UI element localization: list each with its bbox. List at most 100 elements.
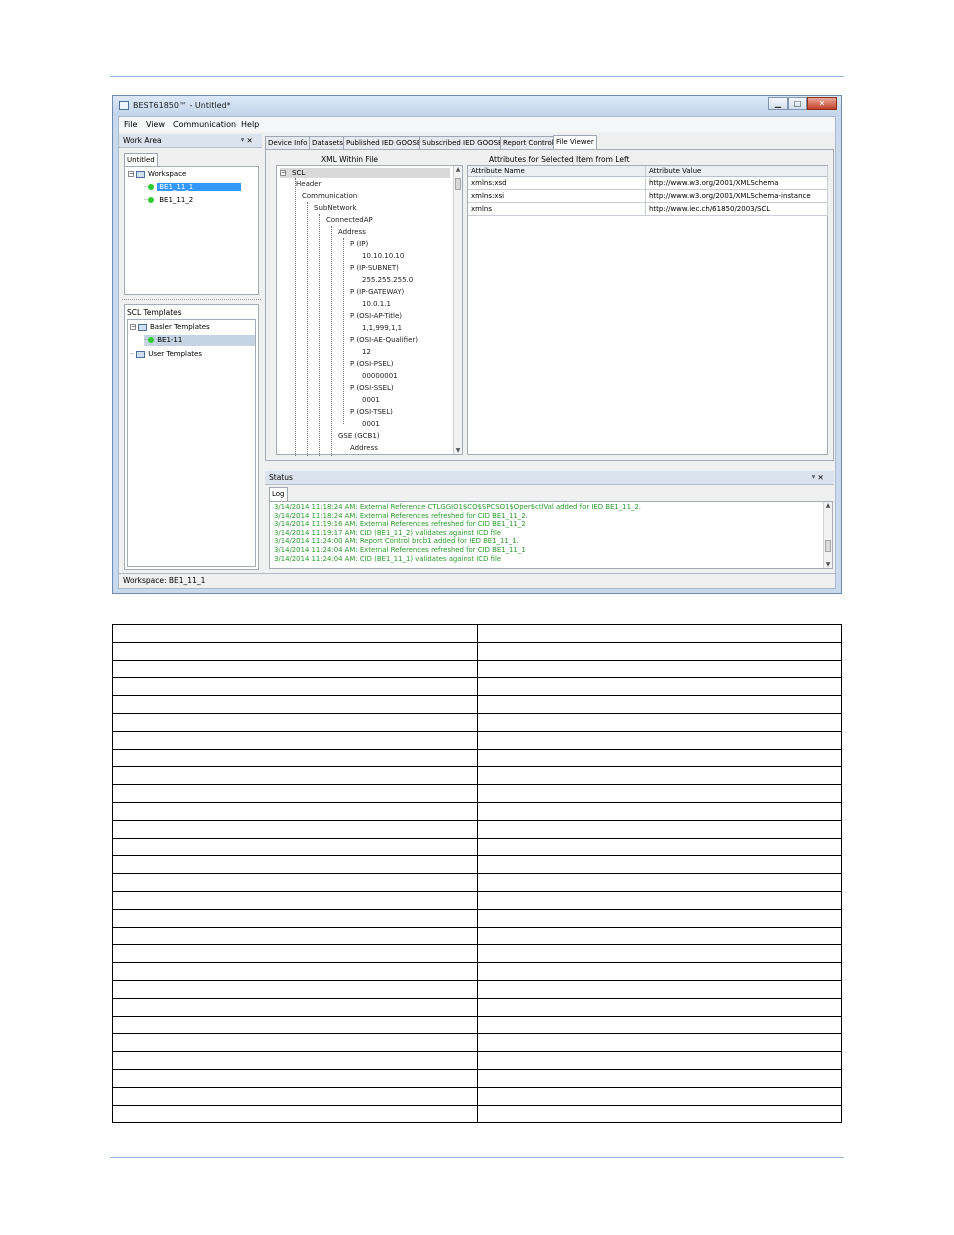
menu-file[interactable]: File: [124, 120, 137, 129]
scroll-down-icon[interactable]: ▼: [454, 447, 462, 454]
tab-log[interactable]: Log: [269, 487, 288, 501]
xml-node-connectedap[interactable]: ConnectedAP: [326, 215, 373, 225]
tree-item-be1-11-1[interactable]: ┈ BE1_11_1: [144, 182, 242, 193]
table-row: [112, 1068, 842, 1088]
xml-node-p-ip[interactable]: P (IP): [350, 239, 368, 249]
xml-node-value[interactable]: 10.10.10.10: [362, 251, 404, 261]
xml-node-p-osi-tsel[interactable]: P (OSI-TSEL): [350, 407, 393, 417]
tab-subscribed-ied-goose[interactable]: Subscribed IED GOOSE: [419, 136, 506, 149]
table-cell: [112, 766, 478, 786]
grid-header: Attribute Name Attribute Value: [468, 166, 827, 177]
xml-node-value[interactable]: 1,1,999,1,1: [362, 323, 402, 333]
xml-node-header[interactable]: Header: [296, 179, 322, 189]
xml-node-value[interactable]: 0001: [362, 395, 380, 405]
table-row[interactable]: xmlns:xsd http://www.w3.org/2001/XMLSche…: [468, 177, 827, 190]
panel-splitter[interactable]: [122, 299, 261, 302]
tree-workspace[interactable]: − Workspace: [128, 169, 186, 180]
table-cell: [112, 819, 478, 839]
tree-guide: [331, 226, 332, 456]
tab-untitled[interactable]: Untitled: [124, 153, 158, 167]
table-row: [112, 997, 842, 1017]
status-dot-icon: [148, 197, 155, 203]
xml-node-value[interactable]: 12: [362, 347, 371, 357]
xml-node-scl[interactable]: − SCL: [280, 168, 450, 178]
work-area-title: Work Area: [123, 136, 162, 145]
xml-node-value[interactable]: 00000001: [362, 371, 398, 381]
table-cell: [476, 1051, 842, 1070]
title-bar: BEST61850™ - Untitled* ▁ □ ✕: [113, 96, 841, 116]
xml-node-p-osi-ae-qualifier[interactable]: P (OSI-AE-Qualifier): [350, 335, 418, 345]
attribute-name-cell: xmlns:xsd: [471, 179, 507, 187]
table-cell: [112, 926, 478, 946]
menu-help[interactable]: Help: [241, 120, 259, 129]
attribute-name-cell: xmlns: [471, 205, 492, 213]
tree-user-templates[interactable]: ┈ User Templates: [130, 349, 202, 360]
menu-view[interactable]: View: [146, 120, 165, 129]
xml-node-address[interactable]: Address: [350, 443, 378, 453]
xml-node-address[interactable]: Address: [338, 227, 366, 237]
scroll-thumb[interactable]: [455, 178, 461, 190]
xml-node-p-ip-gateway[interactable]: P (IP-GATEWAY): [350, 287, 404, 297]
client-area: File View Communication Help Work Area ᵠ…: [118, 116, 836, 589]
tab-published-ied-goose[interactable]: Published IED GOOSE: [343, 136, 425, 149]
pin-close-icon[interactable]: ᵠ ✕: [241, 136, 253, 145]
table-cell: [476, 1086, 842, 1106]
table-row: [112, 819, 842, 839]
xml-node-gse-gcb1[interactable]: GSE (GCB1): [338, 431, 380, 441]
tab-datasets[interactable]: Datasets: [309, 136, 347, 149]
scroll-up-icon[interactable]: ▲: [824, 502, 832, 509]
blank-table-body: [112, 624, 842, 1124]
tree-item-be1-11[interactable]: ┈ BE1-11: [144, 335, 255, 346]
collapse-icon[interactable]: −: [128, 171, 134, 177]
tab-device-info[interactable]: Device Info: [265, 136, 311, 149]
log-line: 3/14/2014 11:19:17 AM: CID (BE1_11_2) va…: [274, 528, 502, 537]
scroll-thumb[interactable]: [825, 540, 831, 552]
table-cell: [476, 944, 842, 964]
tree-item-be1-11-2[interactable]: ┈ BE1_11_2: [144, 195, 195, 206]
table-cell: [112, 801, 478, 821]
close-button[interactable]: ✕: [807, 97, 837, 110]
table-row[interactable]: xmlns http://www.iec.ch/61850/2003/SCL: [468, 203, 827, 216]
maximize-button[interactable]: □: [788, 97, 807, 110]
menu-communication[interactable]: Communication: [173, 120, 236, 129]
attribute-value-cell: http://www.iec.ch/61850/2003/SCL: [649, 205, 771, 213]
column-attribute-name[interactable]: Attribute Name: [471, 165, 525, 177]
tree-basler-templates[interactable]: − Basler Templates: [130, 322, 210, 333]
scroll-down-icon[interactable]: ▼: [824, 561, 832, 568]
xml-node-p-osi-psel[interactable]: P (OSI-PSEL): [350, 359, 393, 369]
pin-close-icon[interactable]: ᵠ ✕: [812, 473, 824, 482]
table-row: [112, 1051, 842, 1070]
table-cell: [112, 944, 478, 964]
xml-scrollbar[interactable]: ▲ ▼: [453, 166, 462, 454]
collapse-icon[interactable]: −: [130, 324, 136, 330]
xml-node-value[interactable]: 255.255.255.0: [362, 275, 413, 285]
table-row[interactable]: xmlns:xsi http://www.w3.org/2001/XMLSche…: [468, 190, 827, 203]
xml-node-communication[interactable]: Communication: [302, 191, 357, 201]
log-scrollbar[interactable]: ▲ ▼: [823, 502, 832, 568]
table-cell: [112, 979, 478, 999]
xml-node-p-osi-ssel[interactable]: P (OSI-SSEL): [350, 383, 394, 393]
scroll-up-icon[interactable]: ▲: [454, 166, 462, 173]
table-cell: [112, 873, 478, 892]
xml-node-p-osi-ap-title[interactable]: P (OSI-AP-Title): [350, 311, 402, 321]
table-cell: [112, 624, 478, 643]
column-attribute-value[interactable]: Attribute Value: [649, 165, 701, 177]
table-cell: [476, 873, 842, 892]
table-cell: [476, 784, 842, 803]
xml-node-value[interactable]: 10.0.1.1: [362, 299, 391, 309]
status-header: Status ᵠ ✕: [265, 471, 834, 485]
status-bar-text: Workspace: BE1_11_1: [123, 576, 206, 585]
xml-node-value[interactable]: 0001: [362, 419, 380, 429]
xml-node-p-ip-subnet[interactable]: P (IP-SUBNET): [350, 263, 399, 273]
log-line: 3/14/2014 11:24:04 AM: CID (BE1_11_1) va…: [274, 554, 502, 563]
table-cell: [476, 1015, 842, 1035]
blank-table: [112, 624, 842, 1124]
table-cell: [112, 908, 478, 928]
tab-file-viewer[interactable]: File Viewer: [553, 135, 597, 149]
collapse-icon[interactable]: −: [280, 170, 286, 176]
minimize-button[interactable]: ▁: [768, 97, 788, 110]
table-row: [112, 1104, 842, 1124]
tab-report-controls[interactable]: Report Controls: [500, 136, 561, 149]
user-templates-label: User Templates: [148, 350, 202, 358]
xml-node-subnetwork[interactable]: SubNetwork: [314, 203, 357, 213]
